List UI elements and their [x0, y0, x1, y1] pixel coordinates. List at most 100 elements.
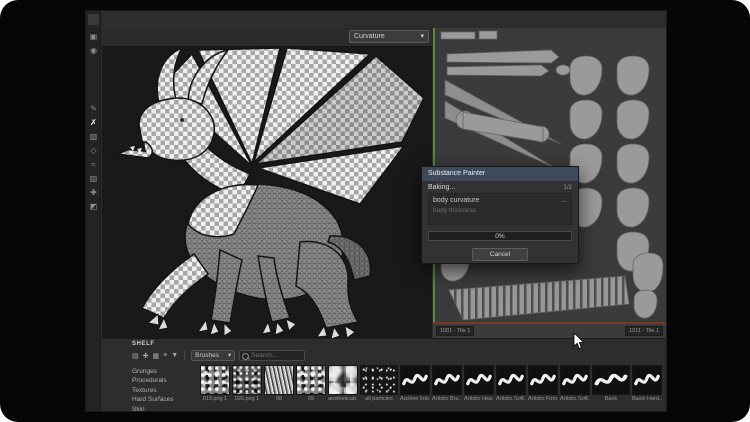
baking-current-row: body curvature ... [433, 196, 567, 206]
folder-icon[interactable]: ▤ [132, 352, 139, 360]
add-folder-icon[interactable]: ✚ [143, 352, 149, 360]
thumbnail-label: Artistic Soft... [560, 396, 590, 402]
shelf-thumbnail[interactable]: Artistic Soft... [496, 365, 526, 402]
brush-stroke-preview [465, 366, 493, 394]
shelf-category[interactable]: Skin [132, 405, 198, 412]
thumbnail-image [560, 365, 590, 395]
quick-mask-icon[interactable]: ◩ [86, 200, 101, 214]
thumbnail-label: Artistic Bru... [432, 396, 462, 402]
brush-stroke-preview [529, 366, 557, 394]
shelf-thumbnail[interactable]: Back [592, 365, 630, 402]
baking-next-item: body thickness [433, 206, 476, 216]
shelf-tool-icons: ▤ ✚ ▦≡ ▼ [132, 352, 178, 360]
left-toolbar: ▣◉ ✎✗▨◇≈▥✚◩ [86, 11, 101, 411]
channel-dropdown-value: Curvature [354, 31, 385, 42]
thumbnail-image [400, 365, 430, 395]
cancel-button[interactable]: Cancel [472, 248, 528, 261]
channel-dropdown[interactable]: Curvature ▾ [349, 30, 429, 43]
brush-stroke-preview [401, 366, 429, 394]
app-logo [88, 14, 99, 25]
baking-dialog: Substance Painter Baking... 1/2 body cur… [421, 166, 579, 264]
shelf-thumbnail[interactable]: Artistic Hea... [464, 365, 494, 402]
thumbnail-label: 020.png 1 [232, 396, 262, 402]
thumbnail-image [528, 365, 558, 395]
preset-dropdown[interactable]: Brushes ▾ [191, 350, 235, 361]
eraser-tool-icon[interactable]: ✗ [86, 116, 101, 130]
baking-status: Baking... [428, 183, 455, 193]
list-view-icon[interactable]: ≡ [163, 352, 167, 360]
thumbnail-image [200, 365, 230, 395]
search-box [239, 350, 305, 361]
shelf-category[interactable]: Hard Surfaces [132, 395, 198, 404]
chevron-down-icon: ▾ [228, 351, 231, 360]
shelf-thumbnail[interactable]: aestheticab... [328, 365, 358, 402]
dialog-titlebar[interactable]: Substance Painter [422, 167, 578, 181]
dragon-body [142, 184, 371, 328]
viewport-header: Curvature ▾ [102, 28, 432, 47]
uv-axis-bottom [433, 322, 666, 324]
paint-tool-icon[interactable]: ✎ [86, 102, 101, 116]
thumbnail-image [264, 365, 294, 395]
thumbnail-image [432, 365, 462, 395]
thumbnail-image [232, 365, 262, 395]
thumbnail-label: Basic Hard... [632, 396, 662, 402]
grid-view-icon[interactable]: ▦ [153, 352, 160, 360]
shelf-thumbnail[interactable]: 08 [264, 365, 294, 402]
shelf-thumbnail[interactable]: 019.png 1 [200, 365, 230, 402]
uv-leaf-islands [570, 56, 649, 271]
shelf-thumbnail[interactable]: Artistic Soft... [560, 365, 590, 402]
shelf-thumbnail[interactable]: 09 [296, 365, 326, 402]
viewport-3d[interactable]: Curvature ▾ [102, 28, 432, 338]
thumbnail-label: Back [592, 396, 630, 402]
clone-tool-icon[interactable]: ▥ [86, 172, 101, 186]
thumbnail-image [464, 365, 494, 395]
more-button[interactable]: ... [561, 196, 567, 206]
thumbnail-label: Artistic Hea... [464, 396, 494, 402]
thumbnail-label: 019.png 1 [200, 396, 230, 402]
substance-painter-window: ▣◉✎✗▨◇≈▥✚◩ Curvature ▾ [85, 10, 667, 412]
camera-icon[interactable]: ◉ [86, 44, 101, 58]
projection-tool-icon[interactable]: ▨ [86, 130, 101, 144]
material-picker-icon[interactable]: ✚ [86, 186, 101, 200]
brush-stroke-preview [633, 366, 661, 394]
brush-stroke-preview [593, 366, 629, 394]
shelf-thumbnail[interactable]: 020.png 1 [232, 365, 262, 402]
thumbnail-label: Artistic Firm... [528, 396, 558, 402]
shelf-category[interactable]: Textures [132, 386, 198, 395]
preset-dropdown-value: Brushes [195, 351, 219, 360]
shelf-category-list: GrungesProceduralsTexturesHard SurfacesS… [132, 367, 198, 412]
brush-stroke-preview [561, 366, 589, 394]
polygon-fill-tool-icon[interactable]: ◇ [86, 144, 101, 158]
filter-icon[interactable]: ▼ [171, 352, 178, 360]
shelf-thumbnail[interactable]: Artistic Firm... [528, 365, 558, 402]
thumbnail-image [496, 365, 526, 395]
shelf-thumbnail[interactable]: Basic Hard... [632, 365, 662, 402]
smudge-tool-icon[interactable]: ≈ [86, 158, 101, 172]
brush-stroke-preview [433, 366, 461, 394]
thumbnail-image [328, 365, 358, 395]
chevron-down-icon: ▾ [420, 31, 424, 42]
shelf-thumbnail[interactable]: Archive Inte... [400, 365, 430, 402]
shelf-thumbnail[interactable]: all particles [360, 365, 398, 402]
brush-stroke-preview [497, 366, 525, 394]
uv-tile-label-left: 1001 - Tile 1 [436, 326, 474, 336]
shelf-category[interactable]: Grunges [132, 367, 198, 376]
thumbnail-image [632, 365, 662, 395]
baking-counter: 1/2 [564, 183, 572, 193]
shelf-title: SHELF [132, 341, 155, 347]
display-settings-icon[interactable]: ▣ [86, 30, 101, 44]
device-frame: ▣◉✎✗▨◇≈▥✚◩ Curvature ▾ [0, 0, 750, 422]
dialog-body: Baking... 1/2 body curvature ... body th… [422, 181, 578, 265]
dragon-model[interactable] [102, 46, 432, 338]
thumbnail-image [592, 365, 630, 395]
shelf-category[interactable]: Procedurals [132, 376, 198, 385]
shelf-thumbnail[interactable]: Artistic Bru... [432, 365, 462, 402]
mouse-cursor [573, 333, 585, 350]
search-input[interactable] [240, 351, 304, 360]
thumbnail-image [360, 365, 398, 395]
baking-next-row: body thickness [433, 206, 567, 216]
shelf-thumbnail-grid: 019.png 1 020.png 1 08 09 aestheticab... [200, 365, 664, 402]
thumbnail-label: Artistic Soft... [496, 396, 526, 402]
progress-bar: 0% [428, 231, 572, 241]
baking-current-item: body curvature [433, 196, 479, 206]
